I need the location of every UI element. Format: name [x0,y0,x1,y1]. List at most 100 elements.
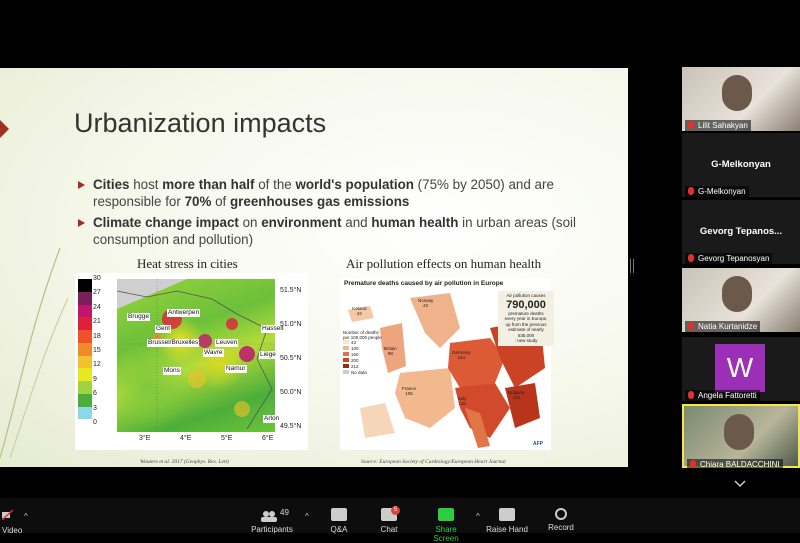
pollution-caption: Air pollution effects on human health [346,256,542,271]
splitter-handle[interactable] [630,259,634,273]
latitude-tick: 51.5°N [280,287,302,294]
bold-run: human health [371,215,459,230]
participants-button[interactable]: 49 Participants [250,508,294,534]
legend-label: 100 [351,346,359,351]
text-run: of the [254,177,296,192]
bold-run: greenhouses gas emissions [229,194,410,209]
city-label: Wavre [203,349,224,357]
share-screen-button[interactable]: Share Screen [422,508,470,543]
participant-name: Lilit Sahakyan [698,121,748,130]
participant-tile[interactable]: W Angela Fattoretti [682,337,800,401]
pollution-source: Source: European Society of Cardiology/E… [361,459,506,465]
colorbar-label: 9 [93,375,97,383]
participant-name: Chiara BALDACCHINI [700,460,780,469]
poll-map-title: Premature deaths caused by air pollution… [344,280,504,287]
video-options-caret[interactable]: ^ [24,512,28,521]
participant-face [722,276,752,312]
record-label: Record [548,523,574,532]
participant-tile[interactable]: Chiara BALDACCHINI [682,404,800,470]
muted-mic-icon [688,121,694,129]
slide-title: Urbanization impacts [74,108,327,138]
participant-name-bar: Lilit Sahakyan [685,120,751,131]
colorbar-segment [78,291,92,305]
colorbar-segment [78,304,92,318]
country-value: 315 [512,395,521,400]
record-icon [555,508,567,520]
city-label: Namur [225,365,247,373]
muted-mic-icon [688,187,694,195]
colorbar-segment [78,381,92,395]
afp-logo: AFP [533,441,543,447]
country-value: 136 [458,401,466,406]
participant-name: Gevorg Tepanosyan [698,254,770,263]
video-off-icon [1,509,14,521]
text-run: of [211,194,230,209]
country-value: 42 [423,303,429,308]
scroll-down-button[interactable] [730,476,750,492]
bold-run: more than half [162,177,255,192]
share-screen-label: Share Screen [433,525,459,543]
colorbar-label: 21 [93,318,101,326]
city-label: Antwerpen [167,309,201,317]
text-run: and [341,215,372,230]
colorbar-label: 15 [93,347,101,354]
participant-tile[interactable]: Gevorg Tepanos... Gevorg Tepanosyan [682,200,800,264]
qa-icon [331,508,347,521]
legend-swatch [343,364,349,368]
longitude-tick: 5°E [221,435,233,442]
participant-name-bar: Gevorg Tepanosyan [685,253,773,264]
colorbar-segment [78,355,92,369]
country-value: 105 [405,391,413,396]
latitude-tick: 50.5°N [280,355,302,362]
country-value: 154 [457,355,466,360]
participants-caret[interactable]: ^ [305,512,309,521]
bold-run: environment [261,215,342,230]
heat-hotspots [117,279,275,432]
participant-tile[interactable]: G-Melkonyan G-Melkonyan [682,133,800,197]
country-label: Britain 98 [384,346,397,356]
city-label: Gent [155,325,172,333]
latitude-tick: 50.0°N [280,389,302,396]
legend-swatch [343,340,349,344]
colorbar-segment [78,279,92,293]
participant-tile[interactable]: Natia Kurtanidze [682,268,800,332]
city-label: Brugge [127,313,150,321]
city-label: Leuven [215,339,239,347]
poll-legend-title: Number of deaths per 100,000 people [343,330,382,340]
country-label: Bulgaria 315 [508,390,525,400]
participant-name: Natia Kurtanidze [698,322,758,331]
share-screen-icon [438,508,454,521]
participant-name-bar: G-Melkonyan [685,186,749,197]
country-label: Italy 136 [458,396,466,406]
decorative-vine-icon [0,247,69,459]
bullet-cities: Cities host more than half of the world'… [78,176,583,210]
bullet-climate: Climate change impact on environment and… [78,214,583,248]
participant-tile[interactable]: Lilit Sahakyan [682,67,800,131]
participant-name-bar: Angela Fattoretti [685,390,760,401]
text-run: on [238,215,262,230]
colorbar-segment [78,368,92,382]
qa-button[interactable]: Q&A [326,508,352,534]
participants-icon [261,511,277,522]
callout-line: 790,000 [506,298,546,311]
participant-display-name: Gevorg Tepanos... [699,226,783,237]
longitude-tick: 6°E [262,435,274,442]
bold-run: world's population [295,177,414,192]
city-label: Mons [163,367,181,375]
latitude-tick: 49.5°N [280,423,302,430]
share-caret[interactable]: ^ [476,512,480,521]
latitude-tick: 51.0°N [280,321,302,328]
longitude-tick: 4°E [180,435,192,442]
colorbar-segment [78,317,92,331]
record-button[interactable]: Record [546,508,576,532]
raise-hand-button[interactable]: Raise Hand [486,508,528,534]
legend-swatch [343,346,349,350]
hand-icon [499,508,515,521]
air-pollution-map: Premature deaths caused by air pollution… [340,278,554,450]
video-button[interactable]: Video [0,508,22,535]
bullet-text: Cities host more than half of the world'… [78,176,583,210]
city-label: Liège [259,351,277,359]
colorbar-segment [78,342,92,356]
muted-mic-icon [688,391,694,399]
callout-line: estimate of nearly 535,000 [508,327,544,338]
